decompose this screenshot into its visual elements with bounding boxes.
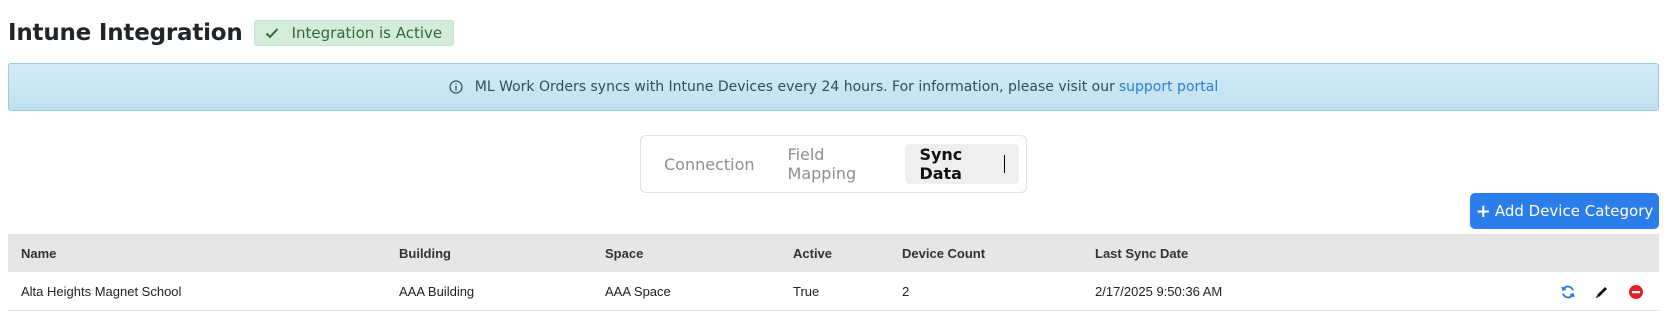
column-header-building[interactable]: Building [399,246,451,261]
column-header-name[interactable]: Name [21,246,56,261]
status-badge: Integration is Active [253,20,455,46]
add-device-category-button[interactable]: + Add Device Category [1470,193,1659,229]
tab-field-mapping[interactable]: Field Mapping [771,144,906,184]
support-portal-link[interactable]: support portal [1119,79,1218,95]
cell-active: True [793,283,820,299]
column-header-space[interactable]: Space [605,246,643,261]
row-actions [1558,282,1646,302]
add-device-category-label: Add Device Category [1494,202,1654,220]
cell-name: Alta Heights Magnet School [21,283,182,299]
check-icon [265,28,278,39]
info-icon [449,80,463,94]
column-header-active[interactable]: Active [793,246,832,261]
cell-last-sync-date: 2/17/2025 9:50:36 AM [1095,283,1223,299]
tab-sync-data-label: Sync Data [919,145,963,183]
column-header-device-count[interactable]: Device Count [902,246,985,261]
table-header: Name Building Space Active Device Count … [8,234,1659,272]
tab-sync-data[interactable]: Sync Data [905,144,1019,184]
page-title: Intune Integration [8,20,243,46]
delete-icon[interactable] [1626,282,1646,302]
cell-building: AAA Building [399,283,475,299]
text-cursor [1004,155,1005,173]
status-badge-label: Integration is Active [291,24,443,42]
tab-group: Connection Field Mapping Sync Data [640,135,1027,193]
plus-icon: + [1475,200,1491,222]
tab-connection[interactable]: Connection [649,144,771,184]
page-header: Intune Integration Integration is Active [8,18,455,48]
device-category-table: Name Building Space Active Device Count … [8,234,1659,311]
cell-space: AAA Space [605,283,671,299]
banner-message: ML Work Orders syncs with Intune Devices… [474,79,1115,95]
cell-device-count: 2 [902,283,910,299]
sync-icon[interactable] [1558,282,1578,302]
info-banner: ML Work Orders syncs with Intune Devices… [8,63,1659,111]
edit-icon[interactable] [1592,282,1612,302]
table-row: Alta Heights Magnet School AAA Building … [8,272,1659,311]
column-header-last-sync-date[interactable]: Last Sync Date [1095,246,1188,261]
